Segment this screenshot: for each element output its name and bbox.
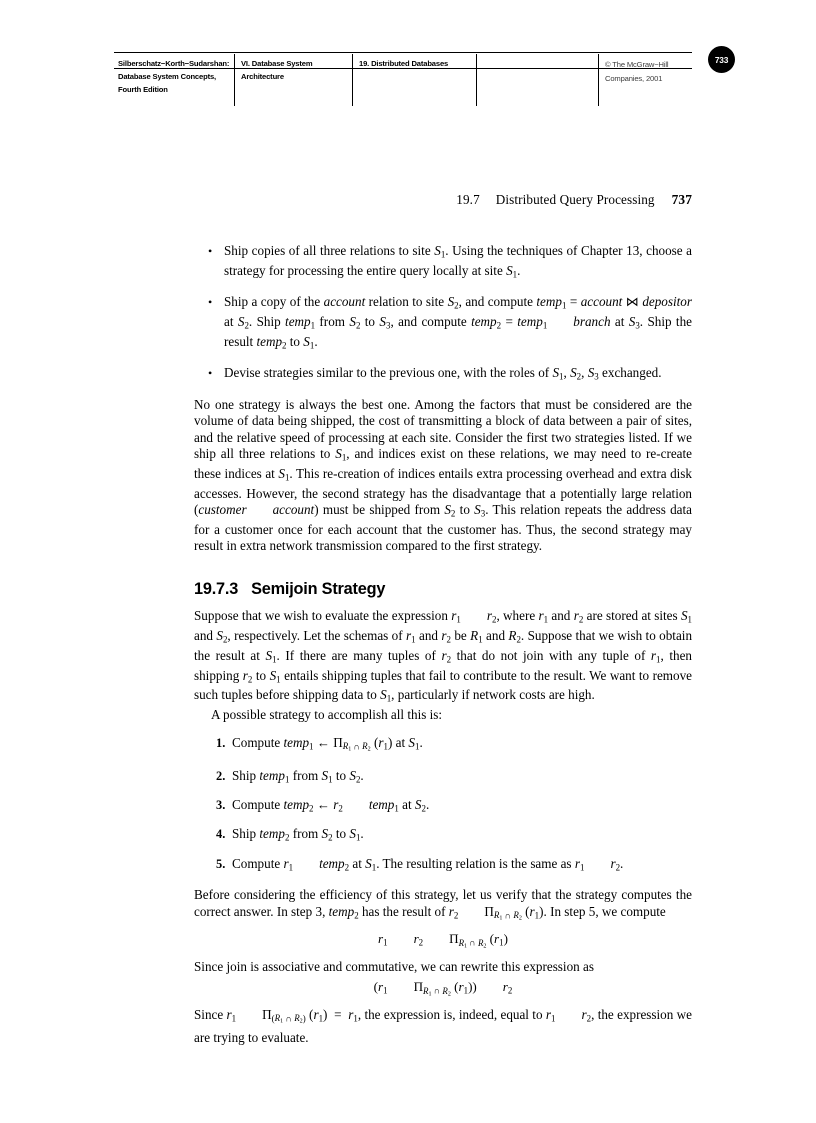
paragraph-since-join: Since join is associative and commutativ… [194,958,594,974]
list-item: Devise strategies similar to the previou… [194,365,692,385]
paragraph-before-considering: Before considering the efficiency of thi… [194,887,692,922]
page-number-badge: 733 [708,46,735,73]
header-copyright: © The McGraw−Hill Companies, 2001 [598,54,692,106]
list-item: Ship copies of all three relations to si… [194,243,692,283]
running-head-section-title: Distributed Query Processing [495,192,655,207]
step-text: Compute temp2 ← r2 temp1 at S2. [232,796,430,814]
header-chapter-title: 19. Distributed Databases [352,54,476,106]
semijoin-steps-list: 1. Compute temp1 ← ΠR1 ∩ R2 (r1) at S1. … [194,735,692,876]
paragraph-suppose: Suppose that we wish to evaluate the exp… [194,608,693,704]
step-marker: 2. [216,768,226,783]
step-marker: 1. [216,735,226,750]
section-title: Semijoin Strategy [251,579,386,598]
header-part-line-2: Architecture [241,72,284,82]
step-text: Compute r1 temp2 at S1. The resulting rel… [232,855,624,873]
step-text: Ship temp2 from S2 to S1. [232,826,364,843]
header-copyright-line-2: Companies, 2001 [605,74,663,83]
header-part-title: VI. Database System Architecture [234,54,352,106]
display-equation-1: r1 r2 ΠR1 ∩ R2 (r1) [378,931,508,950]
paragraph-since-final: Since r1 Π(R1 ∩ R2) (r1) = r1, the expres… [194,1006,692,1046]
list-item: 1. Compute temp1 ← ΠR1 ∩ R2 (r1) at S1. [194,735,692,759]
running-head-folio: 737 [671,192,692,207]
header-book-title-line-2: Database System [118,72,179,82]
section-number: 19.7.3 [194,579,239,598]
header-book-title-line-1: Silberschatz−Korth−Sudarshan: [118,59,230,68]
running-head: 19.7 Distributed Query Processing 737 [194,192,692,208]
list-item: 2. Ship temp1 from S1 to S2. [194,768,692,788]
running-head-section-number: 19.7 [456,192,480,207]
list-item: 3. Compute temp2 ← r2 temp1 at S2. [194,797,692,817]
header-empty-column [476,54,598,106]
list-item: Ship a copy of the account relation to s… [194,294,692,354]
step-marker: 5. [216,856,226,871]
list-item: 4. Ship temp2 from S2 to S1. [194,826,692,846]
header-part-line-1: VI. Database System [241,59,313,68]
paragraph-possible-strategy: A possible strategy to accomplish all th… [211,707,443,723]
header-copyright-line-1: © The McGraw−Hill [605,60,669,69]
header-chapter-label: 19. Distributed Databases [359,59,449,68]
paragraph-no-one-strategy: No one strategy is always the best one. … [194,397,692,554]
strategy-bullet-list: Ship copies of all three relations to si… [194,243,692,385]
step-text: Compute temp1 ← ΠR1 ∩ R2 (r1) at S1. [232,734,423,753]
step-marker: 3. [216,797,226,812]
header-book-title: Silberschatz−Korth−Sudarshan: Database S… [114,54,234,106]
step-text: Ship temp1 from S1 to S2. [232,767,364,785]
page-content: Ship copies of all three relations to si… [194,243,692,1047]
list-item: 5. Compute r1 temp2 at S1. The resulting … [194,856,692,876]
page-title: 19.7.3 Semijoin Strategy [194,579,692,598]
step-marker: 4. [216,827,226,842]
running-header: Silberschatz−Korth−Sudarshan: Database S… [114,54,692,106]
display-equation-2: (r1 ΠR1 ∩ R2 (r1)) r2 [373,979,513,998]
